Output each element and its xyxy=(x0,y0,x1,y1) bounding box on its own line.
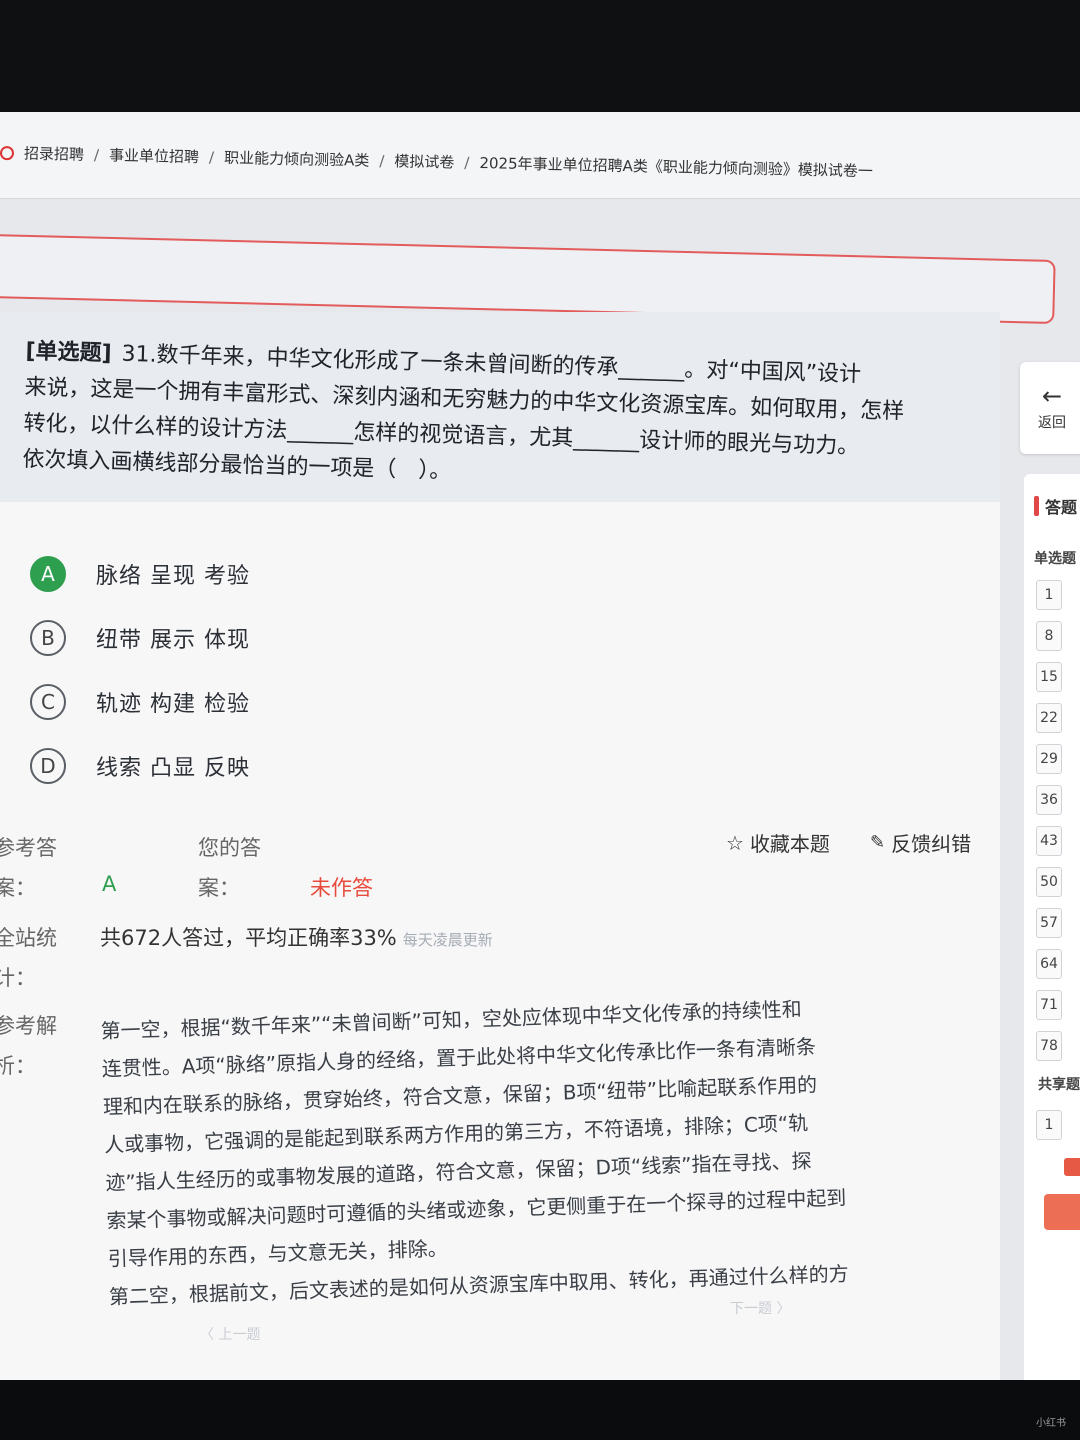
question-number-button[interactable]: 50 xyxy=(1036,867,1062,897)
question-stem-block: [单选题] 31.数千年来，中华文化形成了一条未曾间断的传承______。对“中国… xyxy=(0,312,1000,502)
question-card: [单选题] 31.数千年来，中华文化形成了一条未曾间断的传承______。对“中国… xyxy=(0,312,1000,1380)
question-type-tag: [单选题] xyxy=(25,338,112,367)
single-choice-section-label: 单选题 xyxy=(1034,551,1076,567)
question-number-button[interactable]: 71 xyxy=(1036,990,1062,1020)
question-number-button[interactable]: 64 xyxy=(1036,949,1062,979)
your-answer-label: 您的答 xyxy=(198,836,261,860)
answer-sheet-title-text: 答题 xyxy=(1045,498,1078,517)
watermark: 小红书 xyxy=(1036,1418,1066,1429)
pen-icon: ✎ xyxy=(870,832,886,853)
option-text[interactable]: 脉络 呈现 考验 xyxy=(96,558,250,590)
stats-note: 每天凌晨更新 xyxy=(402,931,493,949)
question-number-button[interactable]: 43 xyxy=(1036,826,1062,856)
option-text[interactable]: 纽带 展示 体现 xyxy=(96,622,250,654)
progress-banner xyxy=(0,234,1056,325)
stats-label-cont: 计： xyxy=(0,966,36,990)
back-label: 返回 xyxy=(1038,415,1066,431)
question-text: [单选题] 31.数千年来，中华文化形成了一条未曾间断的传承______。对“中国… xyxy=(22,334,966,504)
star-icon: ☆ xyxy=(726,830,744,855)
answer-sheet-title: 答题 xyxy=(1034,494,1077,518)
breadcrumb-separator: / xyxy=(464,153,470,172)
breadcrumb-item-recruitment[interactable]: 招录招聘 xyxy=(24,143,84,165)
back-button[interactable]: ← 返回 xyxy=(1020,362,1080,454)
analysis-label-cont: 析： xyxy=(0,1054,36,1078)
breadcrumb-item-current-paper: 2025年事业单位招聘A类《职业能力倾向测验》模拟试卷一 xyxy=(479,154,873,181)
favorite-label: 收藏本题 xyxy=(749,832,830,856)
question-number-button[interactable]: 36 xyxy=(1036,785,1062,815)
option-letter-c[interactable]: C xyxy=(30,684,66,720)
option-b[interactable]: B 纽带 展示 体现 xyxy=(30,606,250,670)
question-number-button[interactable]: 1 xyxy=(1036,580,1062,610)
monitor-bezel xyxy=(0,1380,1080,1440)
feedback-button[interactable]: ✎ 反馈纠错 xyxy=(870,828,971,857)
arrow-left-icon: ← xyxy=(1041,382,1063,410)
breadcrumb-separator: / xyxy=(93,145,100,164)
your-answer-value: 未作答 xyxy=(310,876,373,900)
breadcrumb-item-aptitude-test[interactable]: 职业能力倾向测验A类 xyxy=(224,147,370,171)
option-text[interactable]: 轨迹 构建 检验 xyxy=(96,686,250,718)
your-answer-label-cont: 案： xyxy=(198,876,240,900)
next-question-button[interactable]: 下一题 〉 xyxy=(730,1298,790,1318)
breadcrumb: 招录招聘 / 事业单位招聘 / 职业能力倾向测验A类 / 模拟试卷 / 2025… xyxy=(0,142,873,181)
option-letter-b[interactable]: B xyxy=(30,620,66,656)
question-number-button[interactable]: 78 xyxy=(1036,1031,1062,1061)
prev-question-button[interactable]: 〈 上一题 xyxy=(200,1324,260,1344)
breadcrumb-item-mock-papers[interactable]: 模拟试卷 xyxy=(394,150,454,172)
stats-text: 共672人答过，平均正确率33% 每天凌晨更新 xyxy=(100,922,493,952)
option-a[interactable]: A 脉络 呈现 考验 xyxy=(30,542,250,606)
analysis-label: 参考解 xyxy=(0,1014,57,1038)
question-number-button[interactable]: 15 xyxy=(1036,662,1062,692)
option-c[interactable]: C 轨迹 构建 检验 xyxy=(30,670,250,734)
reference-answer-label: 参考答 xyxy=(0,836,57,860)
breadcrumb-separator: / xyxy=(379,151,385,170)
question-number-button[interactable]: 57 xyxy=(1036,908,1062,938)
favorite-button[interactable]: ☆ 收藏本题 xyxy=(726,828,830,857)
browser-screen: 招录招聘 / 事业单位招聘 / 职业能力倾向测验A类 / 模拟试卷 / 2025… xyxy=(0,112,1080,1380)
options-list: A 脉络 呈现 考验 B 纽带 展示 体现 C 轨迹 构建 检验 D 线索 凸显… xyxy=(30,542,250,798)
top-bar: 招录招聘 / 事业单位招聘 / 职业能力倾向测验A类 / 模拟试卷 / 2025… xyxy=(0,112,1080,199)
submit-button[interactable] xyxy=(1044,1194,1080,1230)
breadcrumb-separator: / xyxy=(208,147,215,166)
reference-answer-value: A xyxy=(102,872,117,896)
shared-section-label: 共享题 xyxy=(1038,1077,1080,1093)
answer-sheet-sidebar: ← 返回 答题 单选题 1 8 15 22 29 36 43 50 57 64 … xyxy=(1020,362,1080,1380)
question-number-button[interactable]: 29 xyxy=(1036,744,1062,774)
analysis-text: 第一空，根据“数千年来”“未曾间断”可知，空处应体现中华文化传承的持续性和 连贯… xyxy=(100,984,989,1315)
question-number-button[interactable]: 22 xyxy=(1036,703,1062,733)
option-d[interactable]: D 线索 凸显 反映 xyxy=(30,734,250,798)
question-number-button[interactable]: 8 xyxy=(1036,621,1062,651)
stats-value: 共672人答过，平均正确率33% xyxy=(100,926,397,950)
option-letter-a[interactable]: A xyxy=(30,556,66,592)
location-icon xyxy=(0,145,15,160)
stats-label: 全站统 xyxy=(0,926,57,950)
feedback-label: 反馈纠错 xyxy=(891,832,972,856)
answer-sheet: 答题 单选题 1 8 15 22 29 36 43 50 57 64 71 78… xyxy=(1024,474,1080,1380)
breadcrumb-item-public-institution[interactable]: 事业单位招聘 xyxy=(109,144,199,167)
title-marker xyxy=(1034,496,1039,516)
option-text[interactable]: 线索 凸显 反映 xyxy=(96,750,250,782)
shared-question-number-button[interactable]: 1 xyxy=(1036,1110,1062,1140)
status-indicator xyxy=(1064,1158,1080,1176)
reference-answer-label-cont: 案： xyxy=(0,876,36,900)
option-letter-d[interactable]: D xyxy=(30,748,66,784)
